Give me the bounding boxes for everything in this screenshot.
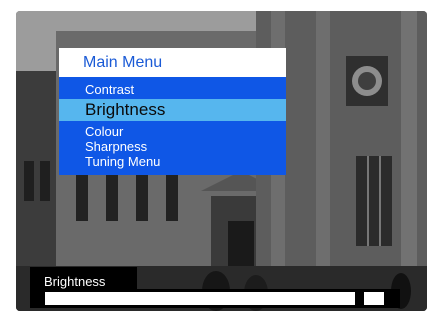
menu-item-tuning-menu[interactable]: Tuning Menu: [59, 154, 286, 169]
menu-item-brightness[interactable]: Brightness: [59, 99, 286, 121]
slider-end-block: [364, 292, 384, 305]
brightness-slider[interactable]: [30, 289, 400, 308]
menu-title: Main Menu: [59, 48, 286, 77]
menu-item-sharpness[interactable]: Sharpness: [59, 139, 286, 154]
menu-item-colour[interactable]: Colour: [59, 124, 286, 139]
menu-item-contrast[interactable]: Contrast: [59, 82, 286, 97]
menu-list: Contrast Brightness Colour Sharpness Tun…: [59, 77, 286, 175]
main-menu-panel: Main Menu Contrast Brightness Colour Sha…: [59, 48, 286, 175]
slider-fill: [45, 292, 331, 305]
adjust-label: Brightness: [30, 267, 137, 291]
slider-track[interactable]: [45, 292, 355, 305]
